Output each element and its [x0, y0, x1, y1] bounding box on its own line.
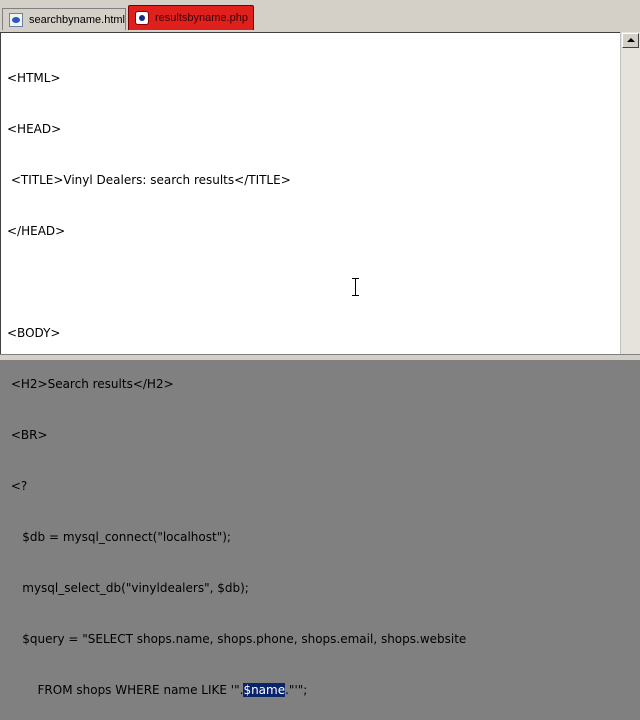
code-text[interactable]: <HTML> <HEAD> <TITLE>Vinyl Dealers: sear… — [7, 36, 466, 720]
document-tab-bar: searchbyname.html resultsbyname.php — [0, 0, 640, 32]
php-file-icon — [135, 11, 149, 25]
tab-label: searchbyname.html — [29, 13, 125, 26]
text-cursor-icon — [351, 278, 360, 296]
horizontal-scrollbar[interactable] — [0, 354, 640, 360]
scroll-up-arrow-icon[interactable] — [622, 33, 639, 48]
code-line: $db = mysql_connect("localhost"); — [7, 530, 231, 544]
tab-resultsbyname[interactable]: resultsbyname.php — [128, 5, 254, 30]
tab-label: resultsbyname.php — [155, 12, 248, 24]
tab-searchbyname[interactable]: searchbyname.html — [2, 8, 126, 30]
code-line: <TITLE>Vinyl Dealers: search results</TI… — [7, 173, 291, 187]
code-segment: ."'"; — [285, 683, 308, 697]
selected-text[interactable]: $name — [243, 683, 286, 697]
code-line: $query = "SELECT shops.name, shops.phone… — [7, 632, 467, 646]
html-file-icon — [9, 12, 23, 27]
vertical-scrollbar[interactable] — [620, 32, 640, 354]
code-line: <? — [7, 479, 28, 493]
code-line: <BODY> — [7, 326, 61, 340]
code-segment: FROM shops WHERE name LIKE '". — [7, 683, 244, 697]
code-line: mysql_select_db("vinyldealers", $db); — [7, 581, 249, 595]
code-line: <HTML> — [7, 71, 61, 85]
code-editor[interactable]: <HTML> <HEAD> <TITLE>Vinyl Dealers: sear… — [0, 32, 620, 697]
code-line: FROM shops WHERE name LIKE '".$name."'"; — [7, 682, 466, 699]
code-line: </HEAD> — [7, 224, 66, 238]
code-line: <H2>Search results</H2> — [7, 377, 174, 391]
code-line: <HEAD> — [7, 122, 62, 136]
code-line: <BR> — [7, 428, 48, 442]
